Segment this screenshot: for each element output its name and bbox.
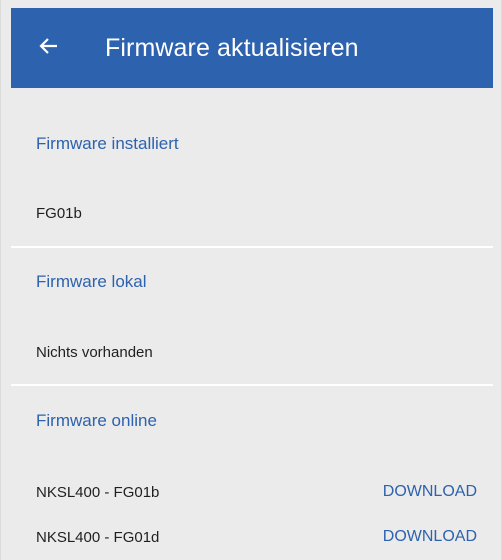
divider [11,384,493,386]
local-firmware-value: Nichts vorhanden [36,344,153,361]
screen: Firmware aktualisieren Firmware installi… [0,0,502,560]
installed-section-title: Firmware installiert [36,134,179,153]
online-firmware-name: NKSL400 - FG01b [36,484,160,501]
download-button[interactable]: DOWNLOAD [383,528,477,546]
arrow-left-icon [39,36,59,61]
online-firmware-name: NKSL400 - FG01d [36,529,160,546]
download-button[interactable]: DOWNLOAD [383,483,477,501]
local-section-title: Firmware lokal [36,272,147,291]
page-title: Firmware aktualisieren [105,33,359,62]
divider [11,246,493,248]
firmware-content: Firmware installiert FG01b Firmware loka… [11,88,493,560]
online-section-title: Firmware online [36,411,157,430]
installed-firmware-value: FG01b [36,205,82,222]
back-button[interactable] [34,33,64,63]
app-bar: Firmware aktualisieren [11,8,493,88]
